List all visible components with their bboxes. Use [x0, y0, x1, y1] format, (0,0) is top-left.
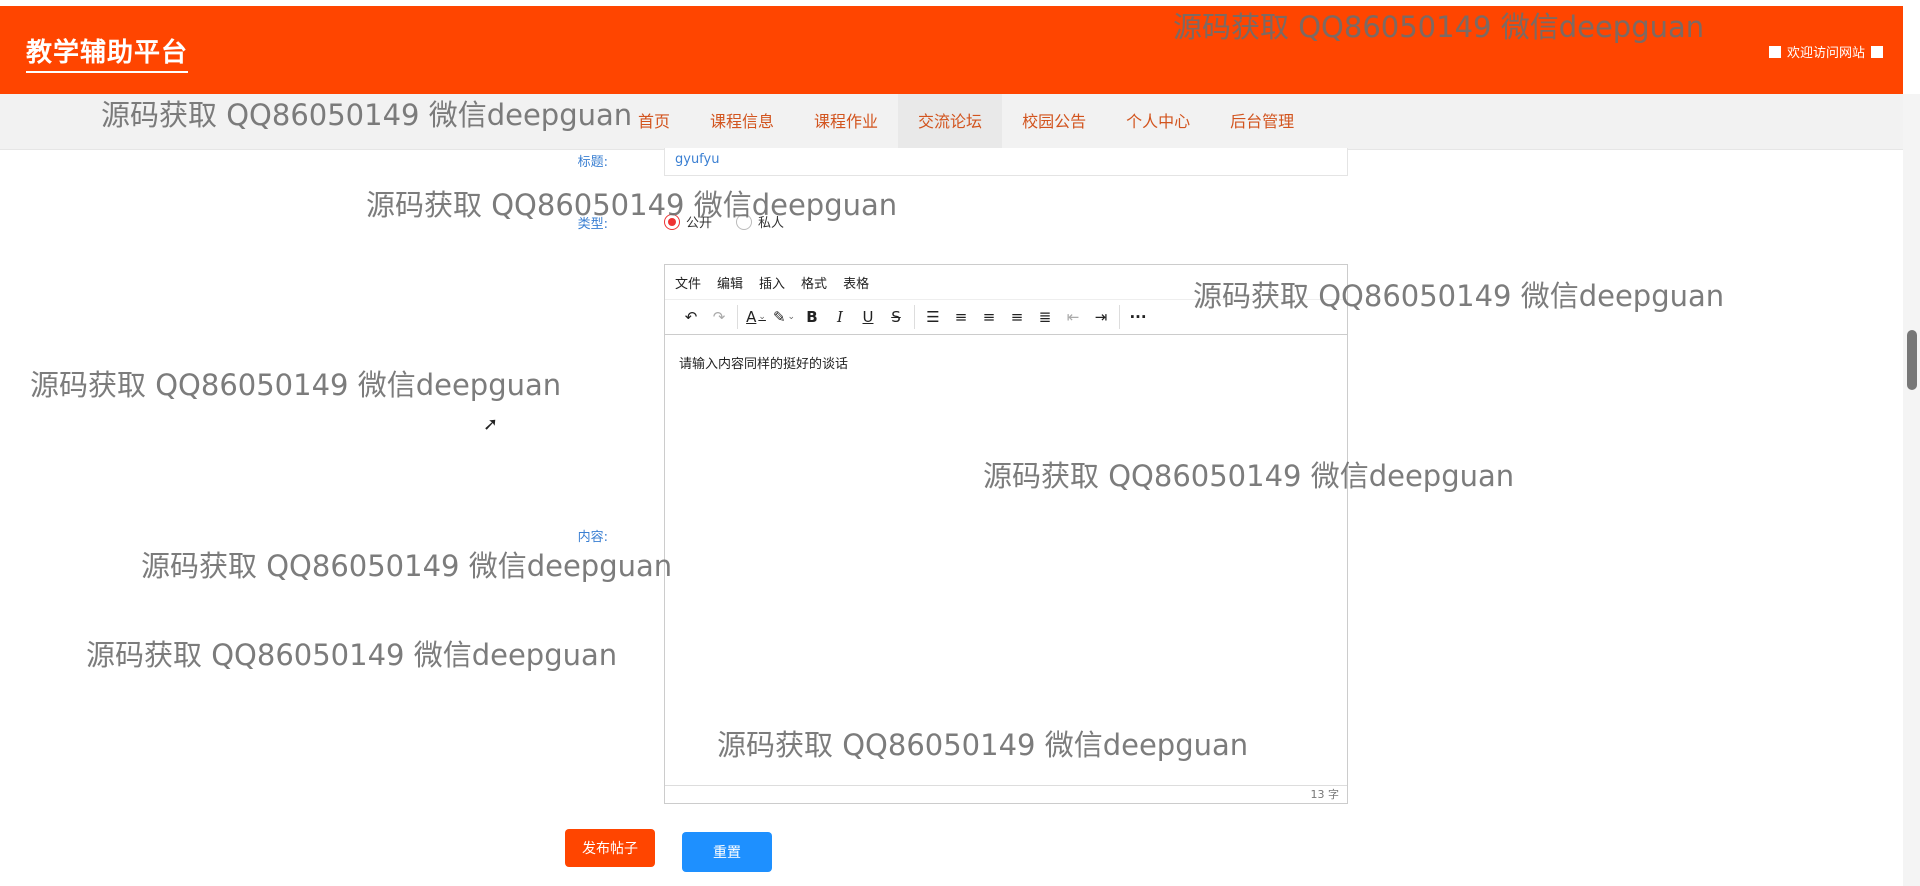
list-icon[interactable]: ☰: [921, 305, 945, 329]
italic-icon[interactable]: I: [828, 305, 852, 329]
align-right-icon[interactable]: ≡: [1005, 305, 1029, 329]
nav-item-personal-center[interactable]: 个人中心: [1106, 94, 1210, 149]
nav-item-course-homework[interactable]: 课程作业: [794, 94, 898, 149]
align-center-icon[interactable]: ≡: [977, 305, 1001, 329]
justify-icon[interactable]: ≣: [1033, 305, 1057, 329]
radio-private[interactable]: [736, 213, 753, 230]
publish-button[interactable]: 发布帖子: [565, 829, 655, 867]
indent-icon[interactable]: ⇥: [1089, 305, 1113, 329]
word-count: 13 字: [665, 785, 1347, 803]
watermark: 源码获取 QQ86050149 微信deepguan: [366, 188, 898, 222]
menu-insert[interactable]: 插入: [759, 273, 785, 292]
bold-icon[interactable]: B: [800, 305, 824, 329]
square-icon: [1871, 45, 1883, 58]
type-radio-group: 公开 私人: [664, 212, 784, 231]
title-input[interactable]: gyufyu: [664, 148, 1348, 176]
outdent-icon[interactable]: ⇤: [1061, 305, 1085, 329]
more-icon[interactable]: ···: [1126, 305, 1150, 329]
menu-table[interactable]: 表格: [843, 273, 869, 292]
align-left-icon[interactable]: ≡: [949, 305, 973, 329]
strikethrough-icon[interactable]: S: [884, 305, 908, 329]
nav-item-home[interactable]: 首页: [618, 94, 690, 149]
menu-edit[interactable]: 编辑: [717, 273, 743, 292]
redo-icon[interactable]: ↷: [707, 305, 731, 329]
menu-format[interactable]: 格式: [801, 273, 827, 292]
reset-button[interactable]: 重置: [682, 832, 772, 872]
mouse-cursor-icon: ➚: [483, 414, 499, 435]
top-header: 教学辅助平台 欢迎访问网站: [0, 6, 1903, 94]
highlight-icon[interactable]: ✎ ⌄: [772, 305, 796, 329]
nav-item-admin[interactable]: 后台管理: [1210, 94, 1314, 149]
radio-public-label: 公开: [686, 216, 713, 231]
editor-content[interactable]: 请输入内容同样的挺好的谈话: [665, 335, 1347, 791]
square-icon: [1768, 45, 1781, 58]
content-label: 内容:: [577, 530, 608, 545]
site-title[interactable]: 教学辅助平台: [26, 32, 189, 73]
editor-toolbar: ↶ ↷ A ⌄ ✎ ⌄ B I U S ☰ ≡ ≡ ≡ ≣ ⇤ ⇥ ···: [665, 300, 1347, 335]
welcome-area: 欢迎访问网站: [1768, 42, 1883, 61]
page-scrollbar[interactable]: [1903, 94, 1920, 886]
text-color-icon[interactable]: A ⌄: [744, 305, 768, 329]
scroll-thumb[interactable]: [1907, 330, 1917, 390]
menu-file[interactable]: 文件: [675, 273, 701, 292]
radio-private-label: 私人: [758, 216, 785, 231]
watermark: 源码获取 QQ86050149 微信deepguan: [141, 549, 673, 583]
editor-menubar: 文件 编辑 插入 格式 表格: [665, 265, 1347, 300]
main-nav: 首页 课程信息 课程作业 交流论坛 校园公告 个人中心 后台管理: [0, 94, 1903, 150]
title-label: 标题:: [577, 155, 608, 170]
nav-item-forum[interactable]: 交流论坛: [898, 94, 1003, 149]
watermark: 源码获取 QQ86050149 微信deepguan: [86, 638, 618, 672]
nav-item-course-info[interactable]: 课程信息: [690, 94, 794, 149]
undo-icon[interactable]: ↶: [679, 305, 703, 329]
watermark: 源码获取 QQ86050149 微信deepguan: [30, 368, 562, 402]
rich-text-editor: 文件 编辑 插入 格式 表格 ↶ ↷ A ⌄ ✎ ⌄ B I U S ☰ ≡ ≡ ≡…: [664, 264, 1348, 804]
nav-item-announcements[interactable]: 校园公告: [1002, 94, 1106, 149]
welcome-text: 欢迎访问网站: [1786, 46, 1865, 61]
type-label: 类型:: [577, 217, 608, 232]
radio-public[interactable]: [664, 213, 680, 230]
underline-icon[interactable]: U: [856, 305, 880, 329]
